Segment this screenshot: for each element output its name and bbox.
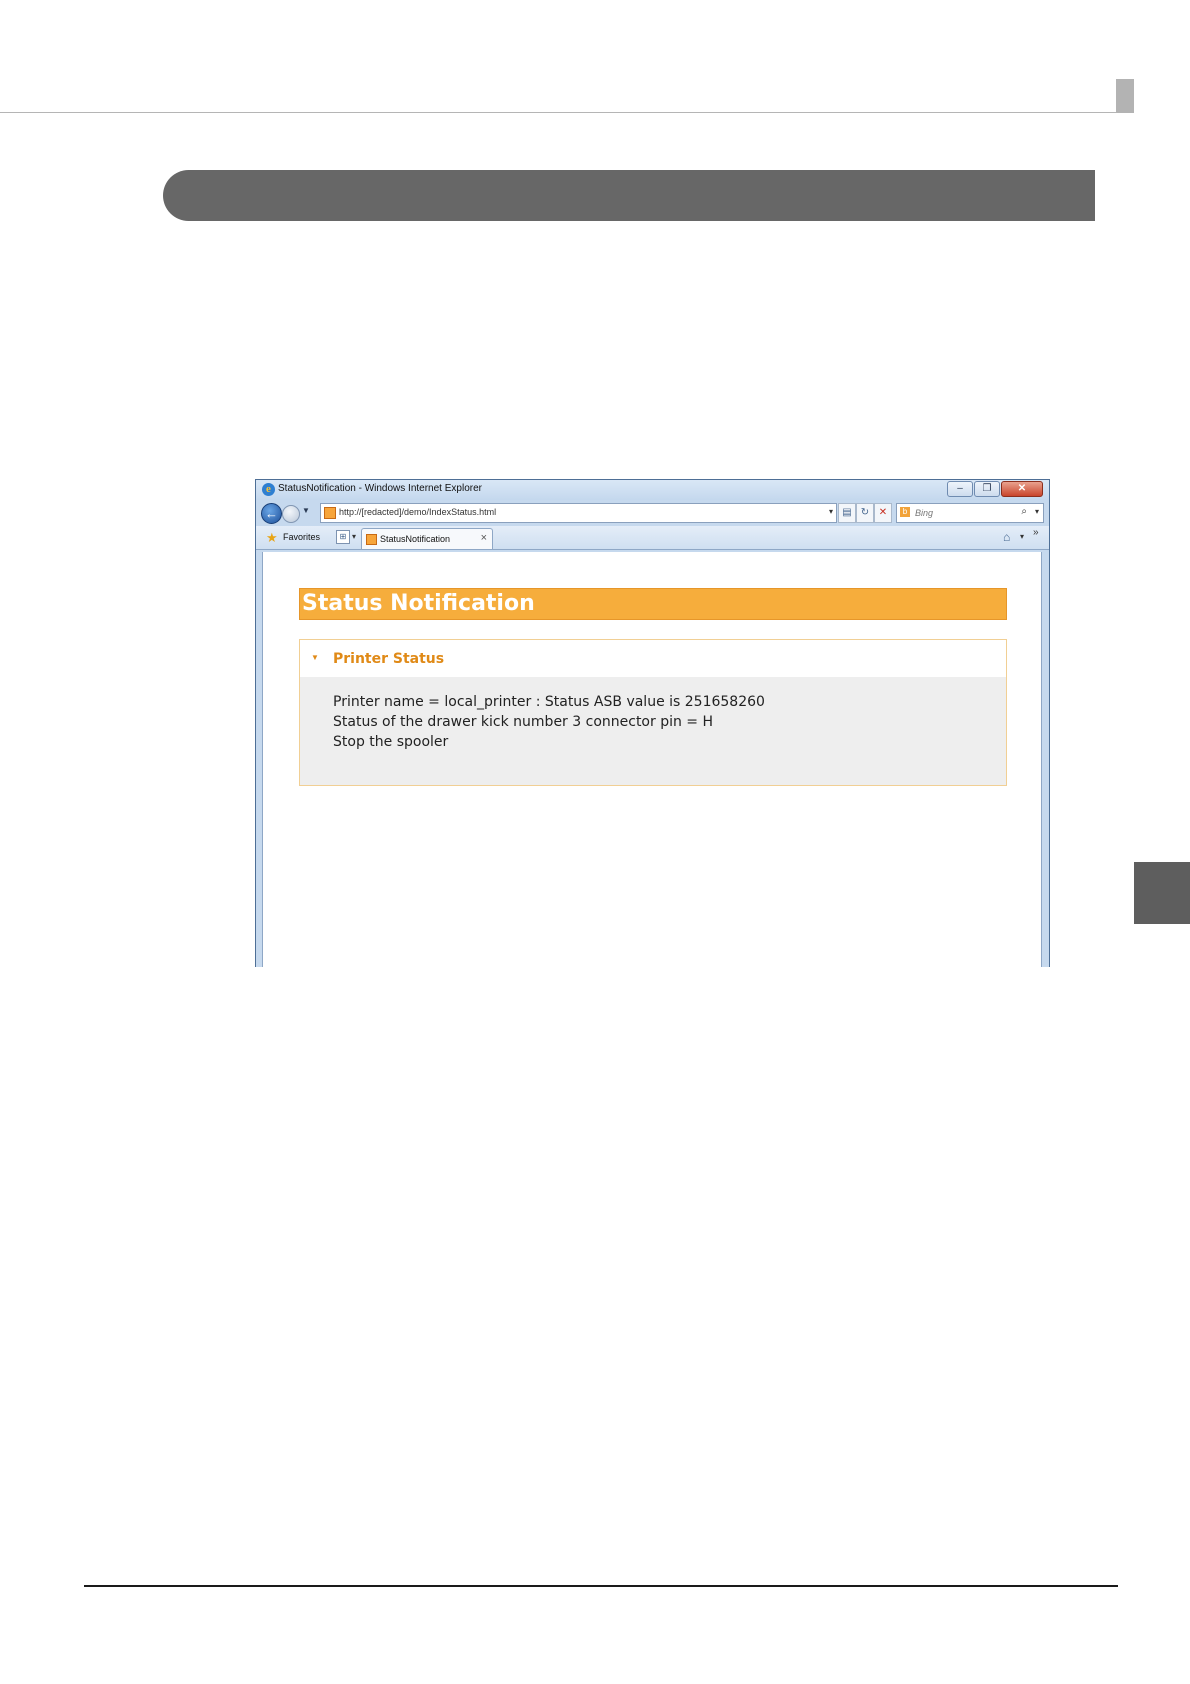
collapse-arrow-icon[interactable]: ▼ xyxy=(311,653,319,662)
tab-favicon-icon xyxy=(366,534,377,545)
tab-label: StatusNotification xyxy=(380,534,451,544)
internet-explorer-icon: e xyxy=(262,483,275,496)
restore-button[interactable]: ❐ xyxy=(974,481,1000,497)
header-rule xyxy=(0,112,1134,113)
browser-window: e StatusNotification - Windows Internet … xyxy=(255,479,1050,967)
status-line: Printer name = local_printer : Status AS… xyxy=(333,694,765,710)
address-text: http://[redacted]/demo/IndexStatus.html xyxy=(339,507,497,517)
address-bar[interactable]: http://[redacted]/demo/IndexStatus.html … xyxy=(320,503,837,523)
toolbar-overflow-icon[interactable]: » xyxy=(1033,527,1039,538)
home-icon[interactable]: ⌂ xyxy=(1003,530,1010,544)
favorites-bar: ★ Favorites ⊞ ▾ StatusNotification × ⌂ ▾… xyxy=(256,526,1049,550)
search-placeholder: Bing xyxy=(915,508,934,518)
panel-title: Printer Status xyxy=(333,651,445,667)
page-favicon-icon xyxy=(324,507,336,519)
chapter-side-tab xyxy=(1134,862,1190,924)
back-arrow-icon[interactable]: ← xyxy=(261,503,282,524)
recent-pages-dropdown-icon[interactable]: ▼ xyxy=(302,506,310,515)
page-title: Status Notification xyxy=(302,591,535,616)
address-dropdown-icon[interactable]: ▾ xyxy=(829,507,833,516)
stop-icon[interactable]: ✕ xyxy=(874,503,892,523)
printer-status-panel: ▼ Printer Status Printer name = local_pr… xyxy=(299,639,1007,786)
close-button[interactable]: ✕ xyxy=(1001,481,1043,497)
search-field[interactable]: b Bing ⌕ ▾ xyxy=(896,503,1044,523)
panel-header[interactable]: ▼ Printer Status xyxy=(300,640,1006,677)
tab-close-icon[interactable]: × xyxy=(481,532,487,544)
navigation-bar: ← ▼ http://[redacted]/demo/IndexStatus.h… xyxy=(256,500,1049,526)
favorites-star-icon[interactable]: ★ xyxy=(266,530,278,546)
title-bar: e StatusNotification - Windows Internet … xyxy=(256,480,1049,500)
favorites-button[interactable]: Favorites xyxy=(283,532,320,542)
tab-list-dropdown-icon[interactable]: ▾ xyxy=(352,532,356,541)
section-heading-bar xyxy=(163,170,1095,221)
page-content: Status Notification ▼ Printer Status Pri… xyxy=(262,552,1042,967)
minimize-button[interactable]: – xyxy=(947,481,973,497)
footer-rule xyxy=(84,1585,1118,1587)
refresh-icon[interactable]: ↻ xyxy=(856,503,874,523)
home-dropdown-icon[interactable]: ▾ xyxy=(1020,532,1024,541)
tab-status-notification[interactable]: StatusNotification × xyxy=(361,528,493,549)
forward-arrow-icon[interactable] xyxy=(282,505,300,523)
bing-icon: b xyxy=(900,507,910,517)
window-controls: – ❐ ✕ xyxy=(946,481,1043,497)
search-dropdown-icon[interactable]: ▾ xyxy=(1035,507,1039,516)
header-tab-marker xyxy=(1116,79,1134,113)
status-line: Status of the drawer kick number 3 conne… xyxy=(333,714,714,730)
status-header-bar: Status Notification xyxy=(299,588,1007,620)
status-line: Stop the spooler xyxy=(333,734,449,750)
quick-tabs-icon[interactable]: ⊞ xyxy=(336,530,350,544)
search-icon[interactable]: ⌕ xyxy=(1021,506,1027,517)
window-title: StatusNotification - Windows Internet Ex… xyxy=(278,483,482,494)
panel-body: Printer name = local_printer : Status AS… xyxy=(333,692,765,752)
compatibility-view-icon[interactable]: ▤ xyxy=(838,503,856,523)
